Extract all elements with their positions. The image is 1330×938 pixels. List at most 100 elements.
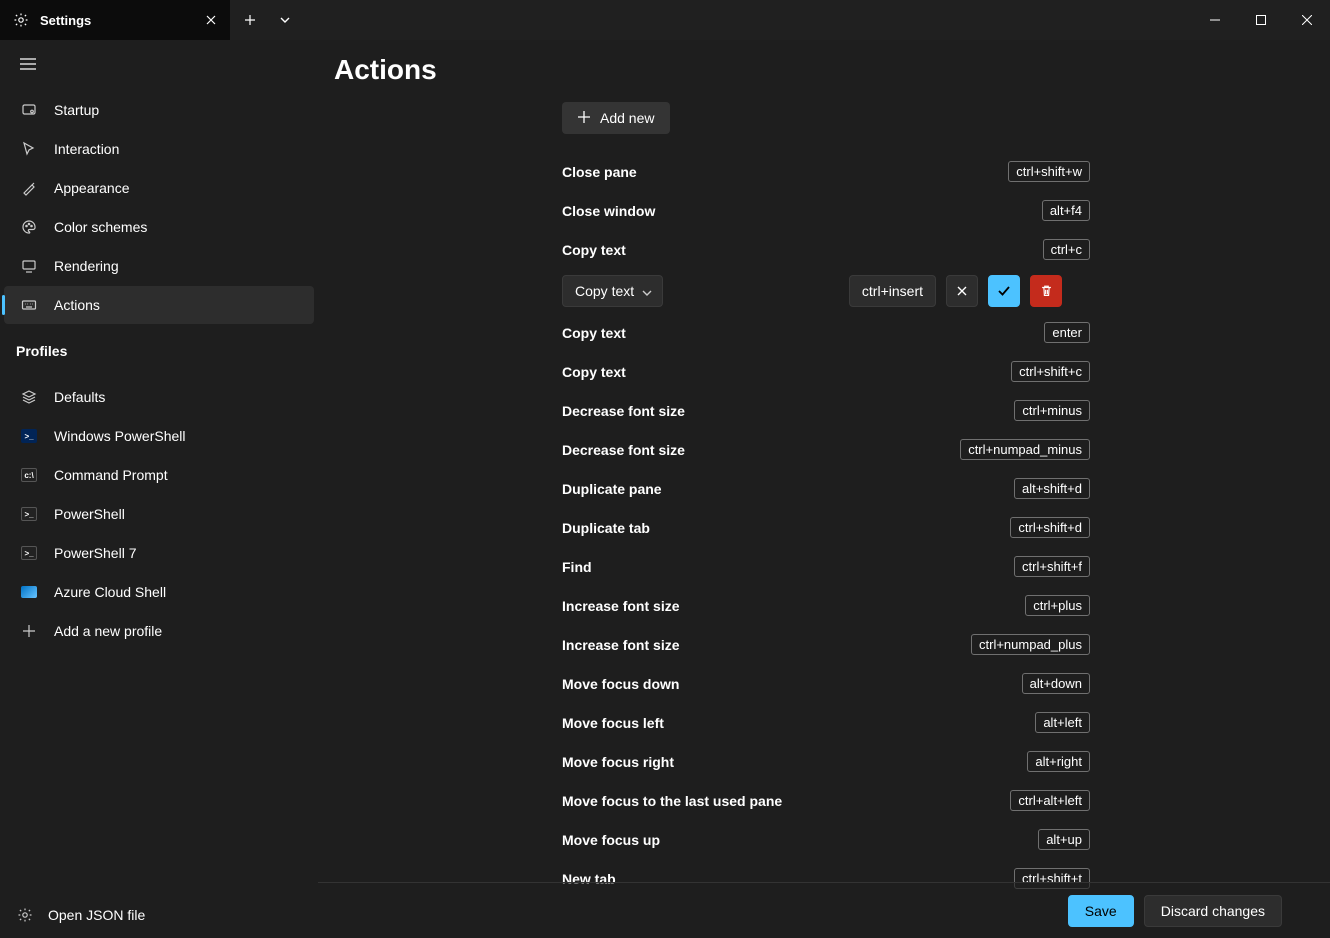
profiles-header: Profiles xyxy=(0,325,318,367)
action-row[interactable]: Decrease font size ctrl+numpad_minus xyxy=(562,430,1090,469)
sidebar: Startup Interaction Appearance Color sch… xyxy=(0,40,318,938)
action-label: Find xyxy=(562,559,592,575)
keybind-badge: alt+shift+d xyxy=(1014,478,1090,499)
action-label: Decrease font size xyxy=(562,403,685,419)
close-icon[interactable] xyxy=(202,8,220,32)
action-row[interactable]: Find ctrl+shift+f xyxy=(562,547,1090,586)
sidebar-item-add-profile[interactable]: Add a new profile xyxy=(4,612,314,650)
footer-bar: Save Discard changes xyxy=(318,882,1330,938)
sidebar-item-label: Rendering xyxy=(54,258,119,274)
nav-list: Startup Interaction Appearance Color sch… xyxy=(0,90,318,325)
minimize-button[interactable] xyxy=(1192,0,1238,40)
keybind-badge: ctrl+shift+f xyxy=(1014,556,1090,577)
action-label: Move focus to the last used pane xyxy=(562,793,782,809)
action-row[interactable]: Copy text ctrl+shift+c xyxy=(562,352,1090,391)
save-button[interactable]: Save xyxy=(1068,895,1134,927)
action-row[interactable]: Move focus to the last used pane ctrl+al… xyxy=(562,781,1090,820)
action-label: Duplicate tab xyxy=(562,520,650,536)
action-label: Increase font size xyxy=(562,637,680,653)
action-row[interactable]: Copy text enter xyxy=(562,313,1090,352)
sidebar-item-startup[interactable]: Startup xyxy=(4,91,314,129)
add-new-button[interactable]: Add new xyxy=(562,102,670,134)
action-row[interactable]: Move focus right alt+right xyxy=(562,742,1090,781)
sidebar-item-powershell7[interactable]: >_ PowerShell 7 xyxy=(4,534,314,572)
action-row[interactable]: Close window alt+f4 xyxy=(562,191,1090,230)
powershell-icon: >_ xyxy=(20,427,38,445)
profiles-list: Defaults >_ Windows PowerShell c:\ Comma… xyxy=(0,377,318,651)
window-controls xyxy=(1192,0,1330,40)
action-row[interactable]: Move focus down alt+down xyxy=(562,664,1090,703)
cancel-edit-button[interactable] xyxy=(946,275,978,307)
actions-scroll[interactable]: Add new Close pane ctrl+shift+w Close wi… xyxy=(318,102,1330,938)
sidebar-item-command-prompt[interactable]: c:\ Command Prompt xyxy=(4,456,314,494)
titlebar: Settings xyxy=(0,0,1330,40)
sidebar-item-color-schemes[interactable]: Color schemes xyxy=(4,208,314,246)
sidebar-item-actions[interactable]: Actions xyxy=(4,286,314,324)
keybind-badge: alt+f4 xyxy=(1042,200,1090,221)
new-tab-button[interactable] xyxy=(230,0,270,40)
dropdown-value: Copy text xyxy=(575,283,634,299)
tab-title: Settings xyxy=(40,13,91,28)
action-row[interactable]: Close pane ctrl+shift+w xyxy=(562,152,1090,191)
action-label: Increase font size xyxy=(562,598,680,614)
sidebar-item-azure[interactable]: Azure Cloud Shell xyxy=(4,573,314,611)
add-new-label: Add new xyxy=(600,110,654,126)
sidebar-item-windows-powershell[interactable]: >_ Windows PowerShell xyxy=(4,417,314,455)
action-label: Close window xyxy=(562,203,655,219)
action-label: Close pane xyxy=(562,164,637,180)
monitor-icon xyxy=(20,257,38,275)
tab-settings[interactable]: Settings xyxy=(0,0,230,40)
hamburger-icon[interactable] xyxy=(18,54,38,74)
action-row[interactable]: Move focus up alt+up xyxy=(562,820,1090,859)
action-row[interactable]: Duplicate tab ctrl+shift+d xyxy=(562,508,1090,547)
gear-icon xyxy=(16,906,34,924)
action-row[interactable]: Duplicate pane alt+shift+d xyxy=(562,469,1090,508)
maximize-button[interactable] xyxy=(1238,0,1284,40)
close-window-button[interactable] xyxy=(1284,0,1330,40)
action-row[interactable]: Decrease font size ctrl+minus xyxy=(562,391,1090,430)
action-label: Move focus right xyxy=(562,754,674,770)
action-row[interactable]: Increase font size ctrl+plus xyxy=(562,586,1090,625)
keybind-edit-button[interactable]: ctrl+insert xyxy=(849,275,936,307)
keybind-badge: ctrl+shift+c xyxy=(1011,361,1090,382)
sidebar-item-defaults[interactable]: Defaults xyxy=(4,378,314,416)
chevron-down-icon xyxy=(642,283,652,299)
rocket-icon xyxy=(20,101,38,119)
delete-button[interactable] xyxy=(1030,275,1062,307)
keybind-badge: ctrl+c xyxy=(1043,239,1090,260)
sidebar-item-label: Actions xyxy=(54,297,100,313)
tab-dropdown-button[interactable] xyxy=(270,0,300,40)
sidebar-item-powershell[interactable]: >_ PowerShell xyxy=(4,495,314,533)
action-dropdown[interactable]: Copy text xyxy=(562,275,663,307)
keybind-badge: alt+down xyxy=(1022,673,1090,694)
sidebar-item-label: Interaction xyxy=(54,141,119,157)
sidebar-item-label: Command Prompt xyxy=(54,467,168,483)
main: Actions Add new Close pane ctrl+shift+w … xyxy=(318,40,1330,938)
open-json-file-button[interactable]: Open JSON file xyxy=(0,892,318,938)
action-label: Copy text xyxy=(562,325,626,341)
action-label: Move focus down xyxy=(562,676,679,692)
keybind-badge: ctrl+shift+w xyxy=(1008,161,1090,182)
cmd-icon: c:\ xyxy=(20,466,38,484)
sidebar-item-rendering[interactable]: Rendering xyxy=(4,247,314,285)
plus-icon xyxy=(20,622,38,640)
sidebar-item-interaction[interactable]: Interaction xyxy=(4,130,314,168)
action-label: Move focus left xyxy=(562,715,664,731)
action-row[interactable]: Move focus left alt+left xyxy=(562,703,1090,742)
sidebar-item-label: Defaults xyxy=(54,389,105,405)
azure-icon xyxy=(20,583,38,601)
action-label: Duplicate pane xyxy=(562,481,662,497)
cursor-icon xyxy=(20,140,38,158)
brush-icon xyxy=(20,179,38,197)
sidebar-item-label: Azure Cloud Shell xyxy=(54,584,166,600)
sidebar-item-label: Color schemes xyxy=(54,219,147,235)
discard-button[interactable]: Discard changes xyxy=(1144,895,1282,927)
sidebar-item-label: PowerShell 7 xyxy=(54,545,137,561)
action-row[interactable]: Increase font size ctrl+numpad_plus xyxy=(562,625,1090,664)
sidebar-item-appearance[interactable]: Appearance xyxy=(4,169,314,207)
action-label: Move focus up xyxy=(562,832,660,848)
sidebar-item-label: PowerShell xyxy=(54,506,125,522)
action-row[interactable]: Copy text ctrl+c xyxy=(562,230,1090,269)
confirm-edit-button[interactable] xyxy=(988,275,1020,307)
keybind-badge: alt+right xyxy=(1027,751,1090,772)
